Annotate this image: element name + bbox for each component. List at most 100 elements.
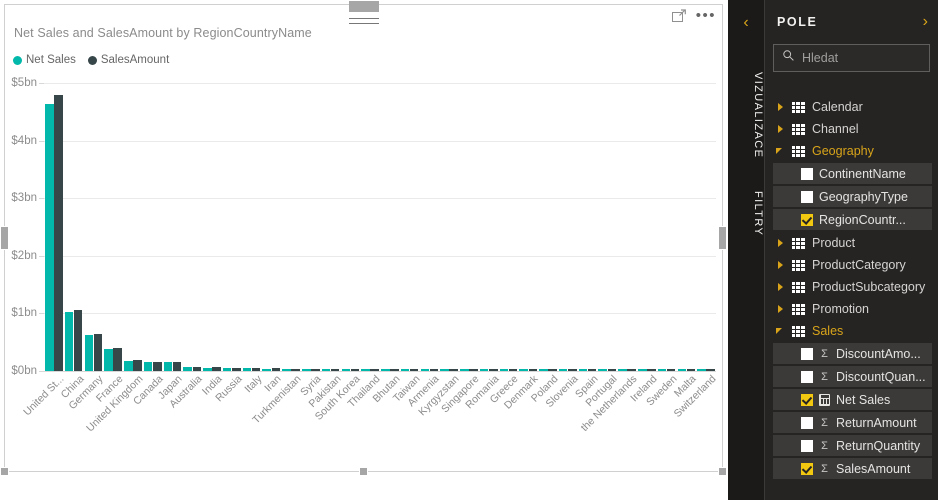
bar-chart-visual[interactable]: ••• Net Sales and SalesAmount by RegionC… [4,4,723,472]
resize-handle-bottom-left[interactable] [0,467,9,476]
chart-bar[interactable] [667,369,676,372]
chart-bar[interactable] [568,369,577,372]
field-table-row[interactable]: Product [765,232,938,254]
chevron-right-icon[interactable] [777,305,785,313]
chart-bar[interactable] [291,369,300,372]
field-checkbox[interactable] [801,417,813,429]
chart-bar[interactable] [421,369,430,372]
chart-bar[interactable] [45,104,54,371]
chevron-left-icon[interactable]: ‹ [728,14,764,32]
field-table-row[interactable]: Geography [765,140,938,162]
resize-handle-bottom-right[interactable] [718,467,727,476]
chart-bar[interactable] [480,369,489,372]
field-checkbox[interactable] [801,463,813,475]
field-checkbox[interactable] [801,371,813,383]
chart-bar[interactable] [627,369,636,372]
legend-item[interactable]: SalesAmount [88,54,169,66]
chart-bar[interactable] [519,369,528,372]
chart-bar[interactable] [658,369,667,372]
report-canvas[interactable]: ••• Net Sales and SalesAmount by RegionC… [0,0,728,500]
chart-bar[interactable] [509,369,518,372]
chart-bar[interactable] [113,348,122,371]
field-checkbox[interactable] [801,214,813,226]
chart-bar[interactable] [529,369,538,372]
chart-bar[interactable] [579,369,588,372]
chart-bar[interactable] [232,368,241,371]
resize-handle-bottom[interactable] [359,467,368,476]
chevron-right-icon[interactable] [777,239,785,247]
chart-bar[interactable] [133,360,142,371]
chart-bar[interactable] [410,369,419,372]
chart-bar[interactable] [401,369,410,372]
field-list[interactable]: CalendarChannelGeographyContinentNameGeo… [765,94,938,500]
chevron-right-icon[interactable] [777,261,785,269]
chart-plot-area[interactable]: $0bn$1bn$2bn$3bn$4bn$5bn [44,83,716,371]
field-row[interactable]: ContinentName [773,163,932,184]
chart-bar[interactable] [706,369,715,372]
field-row[interactable]: ΣReturnQuantity [773,435,932,456]
chart-bar[interactable] [322,369,331,372]
chart-bar[interactable] [559,369,568,372]
chart-bar[interactable] [164,362,173,371]
chart-bar[interactable] [489,369,498,372]
search-box[interactable] [773,44,930,72]
field-row[interactable]: ΣReturnAmount [773,412,932,433]
resize-handle-left[interactable] [0,226,9,250]
chart-bar[interactable] [65,312,74,371]
field-checkbox[interactable] [801,191,813,203]
chevron-right-icon[interactable]: › [923,13,928,31]
chart-bar[interactable] [390,369,399,372]
field-checkbox[interactable] [801,394,813,406]
chart-bar[interactable] [124,361,133,371]
chart-bar[interactable] [193,367,202,371]
field-checkbox[interactable] [801,440,813,452]
focus-mode-icon[interactable] [671,8,687,24]
field-table-row[interactable]: Calendar [765,96,938,118]
chart-bar[interactable] [252,368,261,371]
chart-bar[interactable] [370,369,379,372]
chevron-right-icon[interactable] [777,103,785,111]
chart-bar[interactable] [212,367,221,371]
chart-bar[interactable] [361,369,370,372]
rail-tab-visualizations[interactable]: VIZUALIZACE [728,60,764,170]
chart-bar[interactable] [183,367,192,371]
chevron-down-icon[interactable] [777,147,785,155]
chart-bar[interactable] [85,335,94,371]
field-table-row[interactable]: Promotion [765,298,938,320]
chart-bar[interactable] [272,368,281,371]
chart-bar[interactable] [262,369,271,372]
chevron-right-icon[interactable] [777,125,785,133]
rail-tab-filters[interactable]: FILTRY [728,183,764,245]
chart-bar[interactable] [697,369,706,372]
chart-bar[interactable] [548,369,557,372]
chart-bar[interactable] [638,369,647,372]
chart-bar[interactable] [678,369,687,372]
chart-bar[interactable] [203,368,212,371]
chart-bar[interactable] [54,95,63,371]
chart-bar[interactable] [381,369,390,372]
field-table-row[interactable]: Channel [765,118,938,140]
chart-bar[interactable] [469,369,478,372]
chart-bar[interactable] [282,369,291,372]
field-row[interactable]: ΣDiscountAmo... [773,343,932,364]
resize-handle-right[interactable] [718,226,727,250]
chart-bar[interactable] [243,368,252,371]
chart-bar[interactable] [302,369,311,372]
chart-bar[interactable] [94,334,103,371]
chart-bar[interactable] [460,369,469,372]
chart-bar[interactable] [311,369,320,372]
field-row[interactable]: ΣSalesAmount [773,458,932,479]
chevron-right-icon[interactable] [777,283,785,291]
field-row[interactable]: Net Sales [773,389,932,410]
chart-bar[interactable] [500,369,509,372]
visual-drag-handle[interactable] [349,1,379,12]
chart-bar[interactable] [104,349,113,371]
chevron-down-icon[interactable] [777,327,785,335]
field-row[interactable]: ΣDiscountQuan... [773,366,932,387]
field-table-row[interactable]: ProductSubcategory [765,276,938,298]
chart-bar[interactable] [687,369,696,372]
field-checkbox[interactable] [801,348,813,360]
chart-bar[interactable] [588,369,597,372]
chart-bar[interactable] [539,369,548,372]
chart-bar[interactable] [351,369,360,372]
